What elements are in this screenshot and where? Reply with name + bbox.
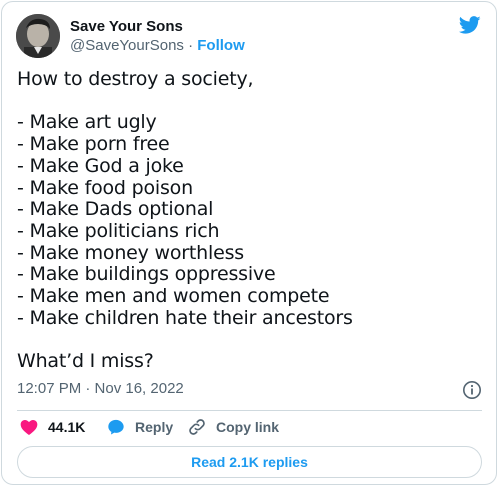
copy-link-button[interactable]: Copy link	[187, 416, 279, 438]
user-handle[interactable]: @SaveYourSons	[70, 37, 184, 54]
tweet-text: How to destroy a society, - Make art ugl…	[17, 68, 353, 373]
read-replies-label: Read 2.1K replies	[191, 454, 308, 470]
reply-icon	[108, 419, 124, 435]
reply-label: Reply	[135, 419, 174, 435]
twitter-bird-icon[interactable]	[458, 14, 482, 36]
divider	[17, 410, 482, 411]
tweet-timestamp[interactable]: 12:07 PM · Nov 16, 2022	[17, 380, 184, 397]
link-icon	[189, 419, 205, 435]
tweet-card: Save Your Sons @SaveYourSons · Follow Ho…	[1, 1, 497, 485]
separator: ·	[183, 37, 198, 54]
avatar[interactable]	[16, 14, 60, 58]
display-name[interactable]: Save Your Sons	[70, 17, 245, 36]
heart-icon	[20, 420, 38, 435]
follow-button[interactable]: Follow	[197, 37, 245, 54]
user-names: Save Your Sons @SaveYourSons · Follow	[70, 17, 245, 55]
handle-row: @SaveYourSons · Follow	[70, 36, 245, 55]
tweet-header: Save Your Sons @SaveYourSons · Follow	[16, 14, 482, 62]
action-bar: 44.1K Reply Copy link	[17, 416, 482, 438]
info-icon[interactable]	[462, 380, 482, 400]
reply-button[interactable]: Reply	[106, 416, 173, 438]
tweet-meta: 12:07 PM · Nov 16, 2022	[17, 380, 482, 400]
like-count: 44.1K	[48, 419, 86, 435]
copy-link-label: Copy link	[216, 419, 280, 435]
read-replies-button[interactable]: Read 2.1K replies	[17, 446, 482, 478]
like-button[interactable]: 44.1K	[19, 416, 85, 438]
